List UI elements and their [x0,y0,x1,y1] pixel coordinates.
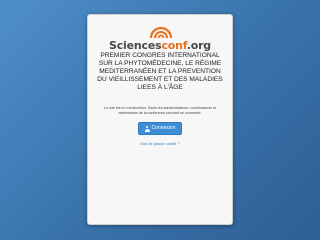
user-icon [144,125,150,132]
forgot-password-link[interactable]: Mot de passe oublié ? [88,141,232,146]
login-card: Sciencesconf.org PREMIER CONGRES INTERNA… [87,14,233,225]
construction-notice: Le site est en construction. Seuls les a… [104,106,216,116]
login-button[interactable]: Connexion [138,122,182,135]
logo-wordmark: Sciencesconf.org [109,39,211,52]
login-button-label: Connexion [151,125,176,131]
signal-arc-icon [149,26,173,39]
sciencesconf-logo: Sciencesconf.org [88,25,232,55]
conference-title: PREMIER CONGRES INTERNATIONAL SUR LA PHY… [97,52,223,91]
